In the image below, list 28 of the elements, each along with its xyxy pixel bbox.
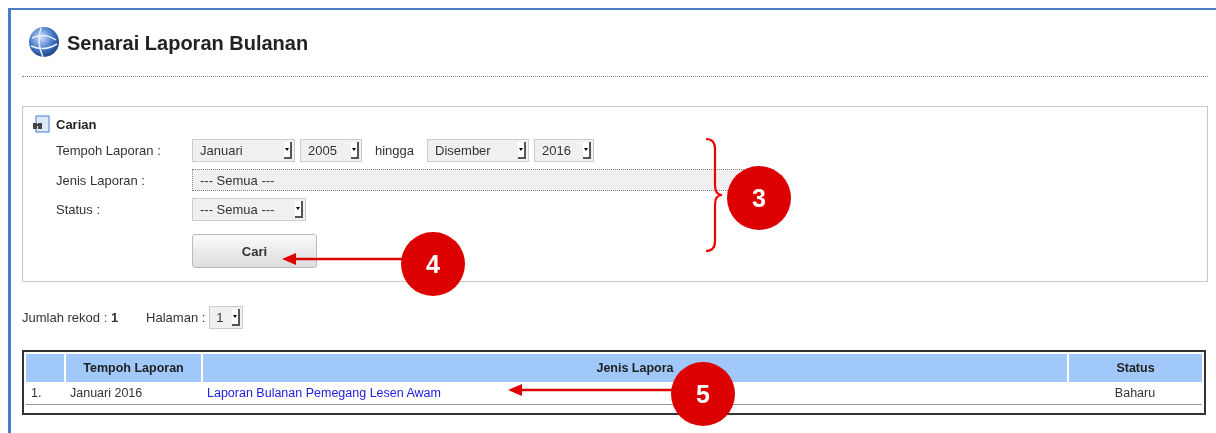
callout-badge: 3 — [727, 166, 791, 230]
status-dropdown[interactable]: --- Semua --- — [192, 198, 306, 221]
report-link[interactable]: Laporan Bulanan Pemegang Lesen Awam — [207, 386, 441, 400]
year-dropdown[interactable]: 2005 — [300, 139, 362, 162]
table-cell: Januari 2016 — [65, 382, 202, 405]
callout-badge: 4 — [401, 232, 465, 296]
column-header: Status — [1068, 354, 1202, 382]
table-cell: Baharu — [1068, 382, 1202, 405]
field-label: Tempoh Laporan : — [56, 143, 162, 158]
column-header: Tempoh Laporan — [65, 354, 202, 382]
year-dropdown[interactable]: 2016 — [534, 139, 595, 162]
arrow-icon — [282, 252, 404, 266]
binoculars-document-icon — [32, 115, 50, 133]
section-title: Carian — [56, 116, 97, 132]
field-label: Status : — [56, 202, 102, 217]
arrow-icon — [508, 383, 672, 397]
record-count: Jumlah rekod : 1 — [22, 309, 119, 325]
month-dropdown[interactable]: Disember — [427, 139, 530, 162]
page-title: Senarai Laporan Bulanan — [67, 31, 309, 55]
page-dropdown[interactable]: 1 — [209, 305, 244, 329]
globe-icon — [27, 26, 61, 60]
search-button[interactable]: Cari — [192, 234, 317, 268]
brace-icon — [704, 137, 724, 253]
field-label: Jenis Laporan : — [56, 172, 146, 188]
month-dropdown[interactable]: Januari — [192, 139, 295, 162]
page-label: Halaman : — [146, 309, 206, 325]
row-number: 1. — [26, 382, 65, 405]
range-label: hingga — [375, 143, 415, 158]
